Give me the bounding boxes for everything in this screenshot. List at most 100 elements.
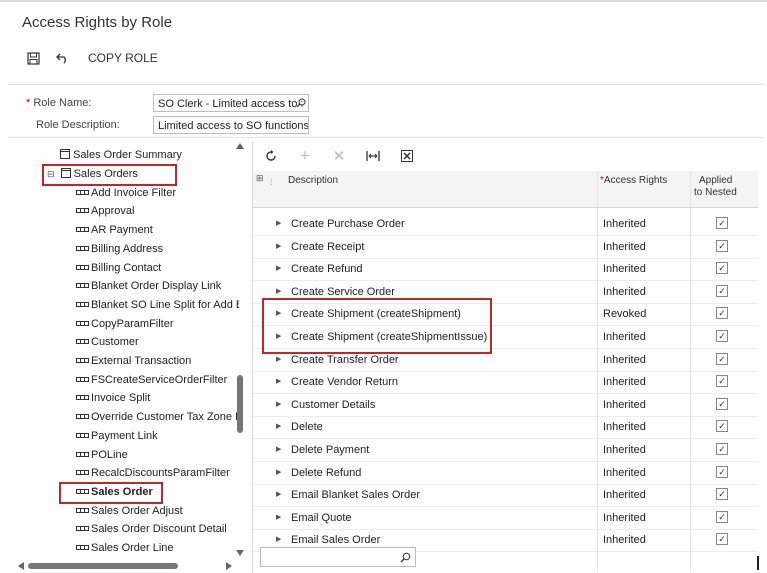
table-row[interactable]: ▶ Create Purchase Order Inherited ✓ bbox=[253, 213, 758, 236]
applied-to-nested-checkbox[interactable]: ✓ bbox=[716, 510, 728, 523]
table-row[interactable]: ▶ Delete Payment Inherited ✓ bbox=[253, 439, 758, 462]
table-row[interactable]: ▶ Email Blanket Sales Order Inherited ✓ bbox=[253, 484, 758, 508]
row-access-rights[interactable]: Inherited bbox=[603, 331, 646, 343]
tree-node[interactable]: Sales Order Line bbox=[76, 539, 174, 557]
tree-node[interactable]: AR Payment bbox=[76, 221, 153, 239]
tree-node[interactable]: Customer bbox=[76, 333, 139, 351]
tree-horizontal-scrollbar[interactable] bbox=[14, 561, 236, 572]
tree-node[interactable]: Billing Contact bbox=[76, 259, 161, 277]
expand-arrow-icon[interactable]: ▶ bbox=[276, 468, 281, 476]
expand-arrow-icon[interactable]: ▶ bbox=[276, 513, 281, 521]
table-row[interactable]: ▶ Create Receipt Inherited ✓ bbox=[253, 236, 758, 259]
applied-to-nested-checkbox[interactable]: ✓ bbox=[716, 284, 728, 297]
column-header-applied-line1[interactable]: Applied bbox=[699, 175, 732, 186]
row-access-rights[interactable]: Inherited bbox=[603, 354, 646, 366]
export-excel-button[interactable] bbox=[399, 148, 415, 164]
row-access-rights[interactable]: Inherited bbox=[603, 376, 646, 388]
undo-button[interactable] bbox=[52, 48, 74, 68]
tree-item-sales-order-summary[interactable]: Sales Order Summary bbox=[60, 146, 182, 164]
grid-node-icon bbox=[76, 432, 89, 438]
scroll-thumb-horizontal[interactable] bbox=[28, 563, 178, 569]
expand-arrow-icon[interactable]: ▶ bbox=[276, 219, 281, 227]
applied-to-nested-checkbox[interactable]: ✓ bbox=[716, 488, 728, 501]
search-icon[interactable] bbox=[296, 98, 306, 108]
expand-arrow-icon[interactable]: ▶ bbox=[276, 242, 281, 250]
applied-to-nested-checkbox[interactable]: ✓ bbox=[716, 352, 728, 365]
applied-to-nested-checkbox[interactable]: ✓ bbox=[716, 420, 728, 433]
tree-node[interactable]: Invoice Split bbox=[76, 389, 150, 407]
expand-arrow-icon[interactable]: ▶ bbox=[276, 287, 281, 295]
table-row[interactable]: ▶ Create Refund Inherited ✓ bbox=[253, 258, 758, 282]
applied-to-nested-checkbox[interactable]: ✓ bbox=[716, 330, 728, 342]
row-access-rights[interactable]: Inherited bbox=[603, 286, 646, 298]
fit-to-screen-button[interactable] bbox=[365, 148, 381, 164]
scroll-up-arrow[interactable] bbox=[236, 143, 244, 149]
column-header-applied-line2[interactable]: to Nested bbox=[694, 187, 737, 198]
row-access-rights[interactable]: Inherited bbox=[603, 263, 646, 275]
expand-arrow-icon[interactable]: ▶ bbox=[276, 377, 281, 385]
expand-arrow-icon[interactable]: ▶ bbox=[276, 490, 281, 498]
search-icon[interactable] bbox=[400, 552, 411, 563]
role-description-field[interactable]: Limited access to SO functions bbox=[153, 116, 309, 134]
tree-node[interactable]: FSCreateServiceOrderFilter bbox=[76, 371, 227, 389]
row-access-rights[interactable]: Inherited bbox=[603, 534, 646, 546]
tree-node[interactable]: External Transaction bbox=[76, 352, 191, 370]
applied-to-nested-checkbox[interactable]: ✓ bbox=[716, 217, 728, 229]
tree-node[interactable]: Payment Link bbox=[76, 427, 158, 445]
table-row[interactable]: ▶ Customer Details Inherited ✓ bbox=[253, 394, 758, 417]
tree-node[interactable]: Billing Address bbox=[76, 240, 163, 258]
save-button[interactable] bbox=[22, 48, 44, 68]
tree-node[interactable]: Sales Order Adjust bbox=[76, 502, 183, 520]
table-row[interactable]: ▶ Email Quote Inherited ✓ bbox=[253, 507, 758, 530]
copy-role-button[interactable]: COPY ROLE bbox=[88, 51, 158, 65]
scroll-thumb[interactable] bbox=[237, 375, 243, 433]
row-access-rights[interactable]: Inherited bbox=[603, 489, 646, 501]
column-header-access-rights[interactable]: *Access Rights bbox=[600, 175, 667, 186]
row-access-rights[interactable]: Inherited bbox=[603, 241, 646, 253]
expand-arrow-icon[interactable]: ▶ bbox=[276, 355, 281, 363]
row-access-rights[interactable]: Inherited bbox=[603, 399, 646, 411]
applied-to-nested-checkbox[interactable]: ✓ bbox=[716, 239, 728, 252]
applied-to-nested-checkbox[interactable]: ✓ bbox=[716, 375, 728, 388]
expand-arrow-icon[interactable]: ▶ bbox=[276, 400, 281, 408]
tree-node[interactable]: Approval bbox=[76, 202, 134, 220]
scroll-left-arrow[interactable] bbox=[18, 562, 24, 570]
tree-node[interactable]: Override Customer Tax Zone Fil bbox=[76, 408, 239, 426]
tree-node[interactable]: Add Invoice Filter bbox=[76, 184, 176, 202]
row-access-rights[interactable]: Inherited bbox=[603, 467, 646, 479]
delete-row-button[interactable]: ✕ bbox=[331, 148, 347, 165]
applied-to-nested-checkbox[interactable]: ✓ bbox=[716, 443, 728, 455]
scroll-right-arrow[interactable] bbox=[226, 562, 232, 570]
tree-node[interactable]: POLine bbox=[76, 446, 128, 464]
row-access-rights[interactable]: Revoked bbox=[603, 308, 646, 320]
expand-arrow-icon[interactable]: ▶ bbox=[276, 422, 281, 430]
expand-arrow-icon[interactable]: ▶ bbox=[276, 264, 281, 272]
tree-vertical-scrollbar[interactable] bbox=[235, 143, 245, 558]
tree-node[interactable]: Sales Order Discount Detail bbox=[76, 520, 227, 538]
applied-to-nested-checkbox[interactable]: ✓ bbox=[716, 465, 728, 478]
expand-arrow-icon[interactable]: ▶ bbox=[276, 445, 281, 453]
refresh-button[interactable] bbox=[263, 148, 279, 164]
row-access-rights[interactable]: Inherited bbox=[603, 218, 646, 230]
table-row[interactable]: ▶ Create Vendor Return Inherited ✓ bbox=[253, 371, 758, 395]
row-access-rights[interactable]: Inherited bbox=[603, 512, 646, 524]
applied-to-nested-checkbox[interactable]: ✓ bbox=[716, 397, 728, 410]
tree-node[interactable]: CopyParamFilter bbox=[76, 315, 174, 333]
tree-node[interactable]: RecalcDiscountsParamFilter bbox=[76, 464, 230, 482]
column-settings-icon[interactable]: ⊞ bbox=[256, 173, 264, 184]
add-row-button[interactable]: + bbox=[297, 146, 313, 165]
table-row[interactable]: ▶ Delete Inherited ✓ bbox=[253, 416, 758, 440]
role-name-field[interactable]: SO Clerk - Limited access to : bbox=[153, 94, 309, 112]
row-access-rights[interactable]: Inherited bbox=[603, 421, 646, 433]
tree-node[interactable]: Blanket SO Line Split for Add Bl bbox=[76, 296, 239, 314]
tree-node[interactable]: Blanket Order Display Link bbox=[76, 277, 221, 295]
applied-to-nested-checkbox[interactable]: ✓ bbox=[716, 307, 728, 320]
table-row[interactable]: ▶ Delete Refund Inherited ✓ bbox=[253, 462, 758, 485]
grid-search-input[interactable] bbox=[260, 547, 416, 567]
scroll-down-arrow[interactable] bbox=[236, 550, 244, 556]
applied-to-nested-checkbox[interactable]: ✓ bbox=[716, 533, 728, 546]
column-header-description[interactable]: Description bbox=[288, 175, 338, 186]
applied-to-nested-checkbox[interactable]: ✓ bbox=[716, 262, 728, 275]
row-access-rights[interactable]: Inherited bbox=[603, 444, 646, 456]
expand-arrow-icon[interactable]: ▶ bbox=[276, 535, 281, 543]
